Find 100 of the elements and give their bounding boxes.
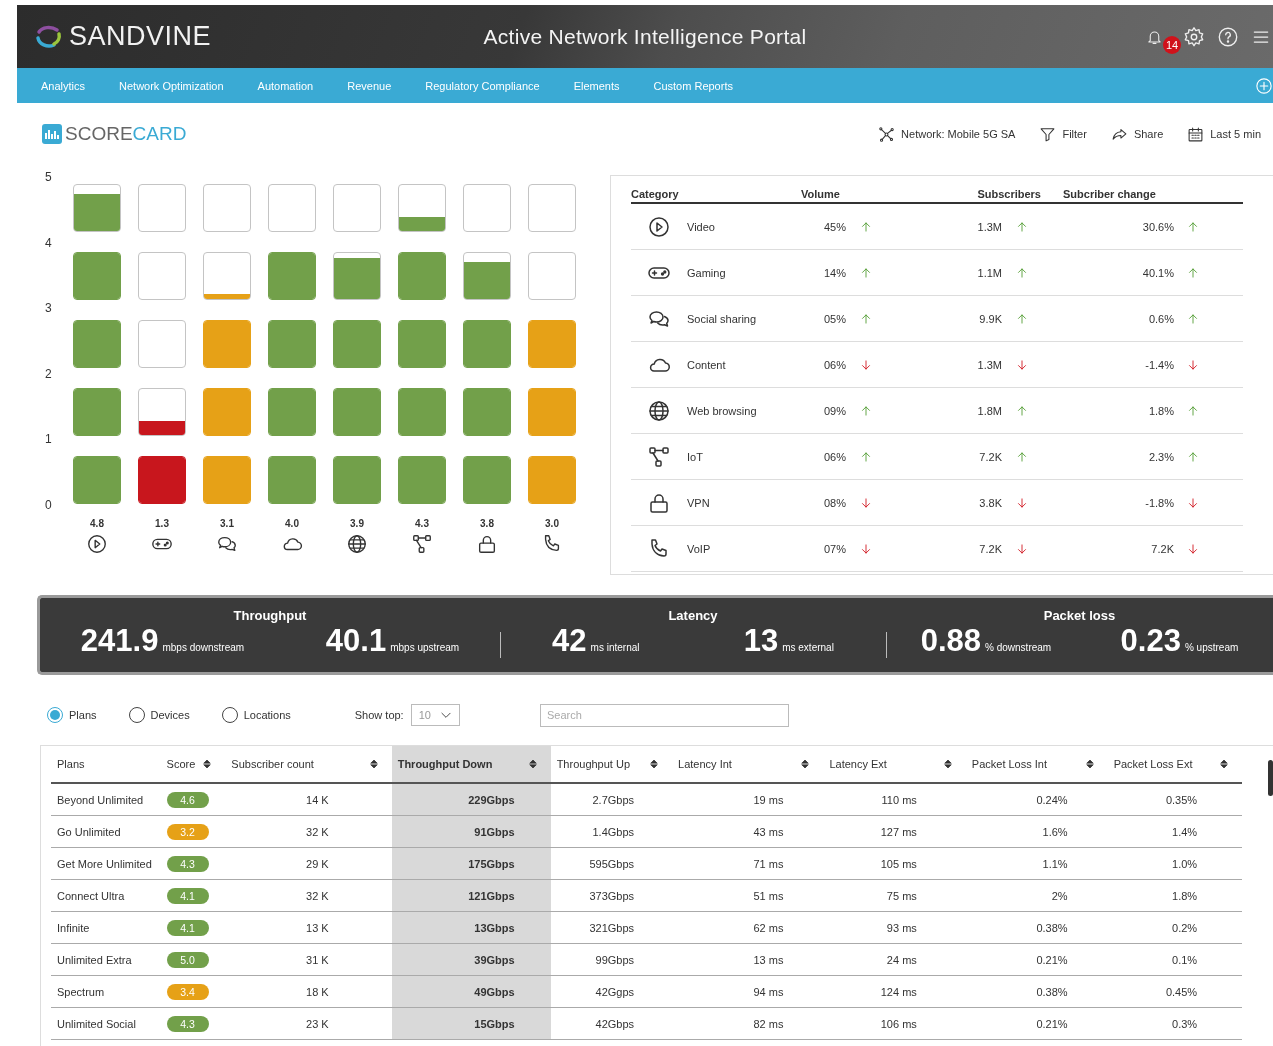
scrollbar-thumb[interactable] (1268, 760, 1273, 796)
help-icon[interactable] (1217, 25, 1239, 48)
brand-name: SANDVINE (69, 21, 212, 52)
column-header[interactable]: Subscriber count (225, 746, 392, 783)
category-name: VoIP (687, 542, 712, 555)
score-badge: 5.0 (166, 951, 209, 968)
plus-circle-icon[interactable] (1255, 76, 1273, 95)
table-cell: 105 ms (823, 847, 966, 880)
score-tile (268, 184, 316, 232)
table-cell: 0.3% (1107, 1007, 1243, 1040)
axis-label: 2 (45, 366, 53, 381)
change-value: -1.8% (1144, 496, 1174, 509)
change-value: 2.3% (1147, 450, 1174, 463)
metric-value: 0.88 (920, 623, 982, 659)
table-cell: 1.6% (965, 815, 1108, 848)
table-cell: 18 K (225, 975, 392, 1008)
column-header[interactable]: Latency Int (672, 746, 824, 783)
column-header[interactable]: Packet Loss Int (965, 746, 1108, 783)
column-header[interactable]: Throughput Down (391, 746, 551, 783)
score-tile (73, 388, 121, 436)
chart-logo-icon (42, 124, 62, 144)
toolbar-button[interactable]: Filter (1039, 125, 1087, 143)
table-cell: 43 ms (672, 815, 824, 848)
table-cell: 2% (965, 879, 1108, 912)
score-tile (528, 252, 576, 300)
toolbar-button[interactable]: Network: Mobile 5G SA (878, 125, 1016, 143)
score-value: 1.3 (155, 518, 169, 529)
metric-value: 241.9 (80, 623, 159, 659)
metric-unit: mbps upstream (390, 642, 460, 653)
plan-name: Infinite (51, 911, 161, 944)
table-cell: 0.21% (965, 943, 1108, 976)
table-cell: 2.7Gbps (550, 783, 673, 816)
column-header[interactable]: Packet Loss Ext (1107, 746, 1243, 783)
plan-name: Beyond Unlimited (51, 783, 161, 816)
metric-unit: % upstream (1184, 642, 1239, 653)
calendar-icon (1187, 125, 1205, 143)
metric-value: 13 (743, 623, 779, 659)
subscribers-value: 1.3M (976, 358, 1002, 371)
table-cell: 13 ms (672, 943, 824, 976)
column-header: Plans (51, 746, 161, 783)
table-cell: 71 ms (672, 847, 824, 880)
column-header[interactable]: Throughput Up (550, 746, 673, 783)
score-tile (333, 320, 381, 368)
table-cell: 1.8% (1107, 879, 1243, 912)
table-cell: 24 ms (823, 943, 966, 976)
search-field[interactable]: Search (539, 703, 789, 727)
score-badge: 3.4 (166, 983, 209, 1000)
table-cell: 15Gbps (391, 1007, 551, 1040)
volume-value: 45% (822, 220, 846, 233)
change-value: 30.6% (1141, 220, 1174, 233)
table-cell: 110 ms (823, 783, 966, 816)
table-cell: 75 ms (823, 879, 966, 912)
table-cell: 121Gbps (391, 879, 551, 912)
toolbar-button[interactable]: Last 5 min (1187, 125, 1261, 143)
score-badge: 4.3 (166, 855, 209, 872)
change-value: 0.6% (1147, 312, 1174, 325)
score-badge: 3.2 (166, 823, 209, 840)
table-cell: 91Gbps (391, 815, 551, 848)
metric-unit: ms internal (590, 642, 640, 653)
score-badge: 4.3 (166, 1015, 209, 1032)
table-cell: 127 ms (823, 815, 966, 848)
portal-title: Active Network Intelligence Portal (483, 24, 807, 49)
table-cell: 62 ms (672, 911, 824, 944)
filter-icon (1039, 125, 1057, 143)
score-tile (268, 252, 316, 300)
score-tile (528, 184, 576, 232)
table-cell: 13 K (225, 911, 392, 944)
change-value: -1.4% (1144, 358, 1174, 371)
category-name: Video (687, 220, 716, 233)
settings-icon[interactable] (1183, 25, 1205, 48)
score-tile (463, 388, 511, 436)
column-header: Subcriber change (1062, 188, 1156, 200)
score-tile (73, 320, 121, 368)
metric-title: Packet loss (1043, 608, 1116, 623)
score-tile (463, 184, 511, 232)
globe-icon (647, 398, 671, 423)
table-cell: 0.38% (965, 975, 1108, 1008)
subscribers-value: 1.8M (976, 404, 1002, 417)
score-value: 3.8 (480, 518, 494, 529)
column-header[interactable]: Score (160, 746, 226, 783)
axis-label: 5 (45, 170, 53, 184)
score-tile (73, 184, 121, 232)
plan-name: Unlimited Extra (51, 943, 161, 976)
volume-value: 14% (822, 266, 846, 279)
table-cell: 106 ms (823, 1007, 966, 1040)
volume-value: 06% (822, 450, 846, 463)
score-tile (203, 388, 251, 436)
table-cell: 1.4Gbps (550, 815, 673, 848)
toolbar-button[interactable]: Share (1110, 125, 1164, 143)
table-cell: 0.45% (1107, 975, 1243, 1008)
score-tile (268, 388, 316, 436)
table-cell: 0.38% (965, 911, 1108, 944)
category-name: Web browsing (687, 404, 758, 417)
subscribers-value: 7.2K (978, 450, 1002, 463)
volume-value: 07% (822, 542, 846, 555)
score-tile (398, 320, 446, 368)
score-tile (528, 388, 576, 436)
metric-title: Throughput (233, 608, 307, 623)
column-header[interactable]: Latency Ext (823, 746, 966, 783)
table-cell: 13Gbps (391, 911, 551, 944)
